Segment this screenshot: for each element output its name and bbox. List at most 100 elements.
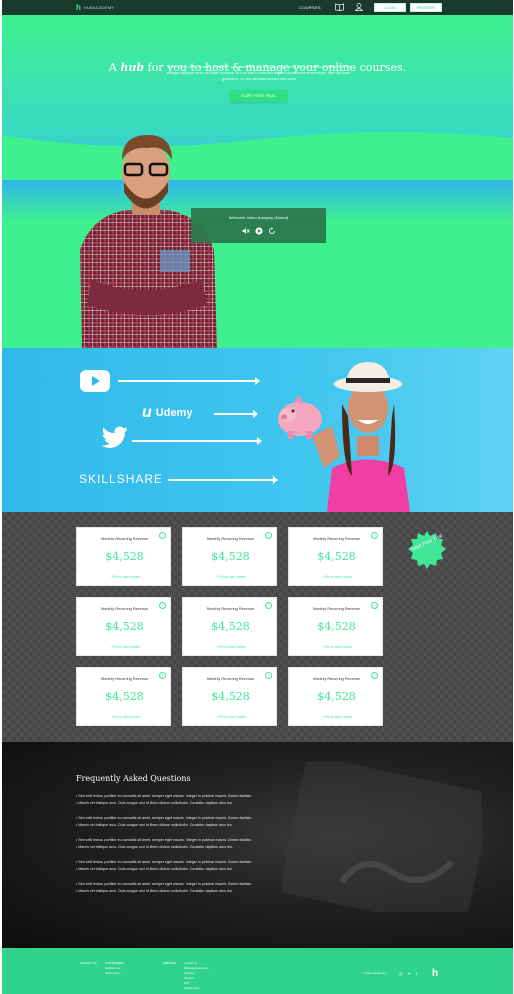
stat-card-value: $4,528 [317,550,356,563]
stat-card-change-text: 9% vs last month [324,645,352,649]
footer-copyright: © www.website.com [363,972,387,975]
stat-card-title: Monthly Recurring Revenue [312,607,361,611]
logo[interactable]: h HUBACADEMY [76,3,114,12]
footer-col-services: SERVICES [163,961,176,966]
faq-item[interactable]: • Sed velit lectus, porttitor eu convall… [76,859,296,873]
page: h HUBACADEMY COURSES LOGIN REGISTER A hu… [2,0,513,994]
stat-card-value: $4,528 [211,620,250,633]
stat-card-change-text: 9% vs last month [218,715,246,719]
stat-card-change: ↑ 9% vs last month [321,715,352,719]
stat-card[interactable]: i Monthly Recurring Revenue $4,528 ↑ 9% … [288,667,383,726]
stat-card-value: $4,528 [105,550,144,563]
stat-card-title: Monthly Recurring Revenue [100,677,149,681]
stat-card-change: ↑ 9% vs last month [321,645,352,649]
stat-card[interactable]: i Monthly Recurring Revenue $4,528 ↑ 9% … [182,527,277,586]
stat-card-title: Monthly Recurring Revenue [312,537,361,541]
stat-card-value: $4,528 [105,620,144,633]
footer-heading[interactable]: SERVICES [163,961,176,966]
faq-answer: • Mauris vel tristique arcu. Duis congue… [76,823,233,827]
arrow-udemy [214,410,258,418]
faq-answer: • Mauris vel tristique arcu. Duis congue… [76,889,233,893]
stat-card-change-text: 9% vs last month [112,575,140,579]
stat-card[interactable]: i Monthly Recurring Revenue $4,528 ↑ 9% … [76,597,171,656]
footer-col-contact: CONTACT US [80,961,97,966]
stat-card-change: ↑ 9% vs last month [215,715,246,719]
arrow-twitter [132,437,262,445]
twitter-icon[interactable]: ✦ [408,971,411,976]
logo-text: HUBACADEMY [84,5,115,10]
faq-question: • Sed velit lectus, porttitor eu convall… [76,860,253,864]
replay-icon[interactable] [268,227,276,235]
stat-card-value: $4,528 [211,550,250,563]
udemy-logo: u Udemy [142,404,192,422]
stat-card-title: Monthly Recurring Revenue [100,607,149,611]
stat-card-change: ↑ 9% vs last month [215,575,246,579]
register-button[interactable]: REGISTER [410,3,442,12]
faq-answer: • Mauris vel tristique arcu. Duis congue… [76,801,233,805]
play-icon[interactable] [255,227,263,235]
woman-photo [312,362,410,512]
nav-courses-link[interactable]: COURSES [299,5,321,10]
stat-card[interactable]: i Monthly Recurring Revenue $4,528 ↑ 9% … [182,667,277,726]
book-icon[interactable] [335,3,344,11]
footer-logo-icon[interactable]: h [432,968,438,979]
facebook-icon[interactable]: f [416,971,417,976]
stat-card[interactable]: i Monthly Recurring Revenue $4,528 ↑ 9% … [76,667,171,726]
mute-icon[interactable] [242,227,250,235]
footer-heading[interactable]: CONTACT US [80,961,97,966]
stat-card-change-text: 9% vs last month [112,645,140,649]
faq-question: • Sed velit lectus, porttitor eu convall… [76,794,253,798]
instagram-icon[interactable]: ◎ [399,971,403,976]
stat-card[interactable]: i Monthly Recurring Revenue $4,528 ↑ 9% … [288,527,383,586]
stat-card-value: $4,528 [211,690,250,703]
faq-item[interactable]: • Sed velit lectus, porttitor eu convall… [76,881,296,895]
faq-answer: • Mauris vel tristique arcu. Duis congue… [76,845,233,849]
video-player[interactable]: Welcome Video Autoplay (Muted) [191,208,326,243]
stat-card-change: ↑ 9% vs last month [215,645,246,649]
stat-card-change-text: 9% vs last month [324,715,352,719]
stat-card-change: ↑ 9% vs last month [109,575,140,579]
footer-col-address: OUR ADDRESS Neighbors lan Nearby Area [105,961,124,976]
arrow-skillshare [168,476,278,484]
faq-item[interactable]: • Sed velit lectus, porttitor eu convall… [76,793,296,807]
stat-card-change-text: 9% vs last month [218,645,246,649]
stat-card-change-text: 9% vs last month [112,715,140,719]
faq-item[interactable]: • Sed velit lectus, porttitor eu convall… [76,815,296,829]
stat-card[interactable]: i Monthly Recurring Revenue $4,528 ↑ 9% … [288,597,383,656]
hero-section: A hub for you to host & manage your onli… [2,15,513,348]
faq-answer: • Mauris vel tristique arcu. Duis congue… [76,867,233,871]
stat-card[interactable]: i Monthly Recurring Revenue $4,528 ↑ 9% … [182,597,277,656]
footer: CONTACT US OUR ADDRESS Neighbors lan Nea… [2,948,513,994]
video-controls [235,226,283,236]
faq-question: • Sed velit lectus, porttitor eu convall… [76,882,253,886]
creative-design-background [282,762,482,912]
twitter-icon [101,426,128,448]
video-title: Welcome Video Autoplay (Muted) [228,215,289,220]
hero-title-bold: hub [120,61,145,74]
stat-card-change: ↑ 9% vs last month [109,715,140,719]
platforms-section: u Udemy SKILLSHARE [2,348,513,512]
footer-link[interactable]: Selling Guide [184,986,209,991]
logo-mark-icon: h [76,2,81,12]
udemy-label: Udemy [155,407,193,419]
hero-subtitle: Lorem ipsum dolor sit amet, consetetur s… [167,65,352,81]
user-icon[interactable] [355,3,363,11]
footer-text: Nearby Area [105,972,120,975]
footer-social: ◎ ✦ f [399,971,417,976]
stat-card-value: $4,528 [105,690,144,703]
login-button[interactable]: LOGIN [374,3,406,12]
stat-card-title: Monthly Recurring Revenue [206,607,255,611]
stat-card-title: Monthly Recurring Revenue [100,537,149,541]
faq-question: • Sed velit lectus, porttitor eu convall… [76,816,253,820]
stat-card-change: ↑ 9% vs last month [321,575,352,579]
faq-title: Frequently Asked Questions [76,774,191,783]
stat-card[interactable]: i Monthly Recurring Revenue $4,528 ↑ 9% … [76,527,171,586]
stat-card-change-text: 9% vs last month [324,575,352,579]
skillshare-logo: SKILLSHARE [79,472,164,486]
faq-item[interactable]: • Sed velit lectus, porttitor eu convall… [76,837,296,851]
faq-section: Frequently Asked Questions • Sed velit l… [2,742,513,948]
arrow-youtube [118,377,260,385]
faq-question: • Sed velit lectus, porttitor eu convall… [76,838,253,842]
youtube-icon [80,370,110,392]
start-free-trial-button[interactable]: START FREE TRIAL [230,90,287,102]
